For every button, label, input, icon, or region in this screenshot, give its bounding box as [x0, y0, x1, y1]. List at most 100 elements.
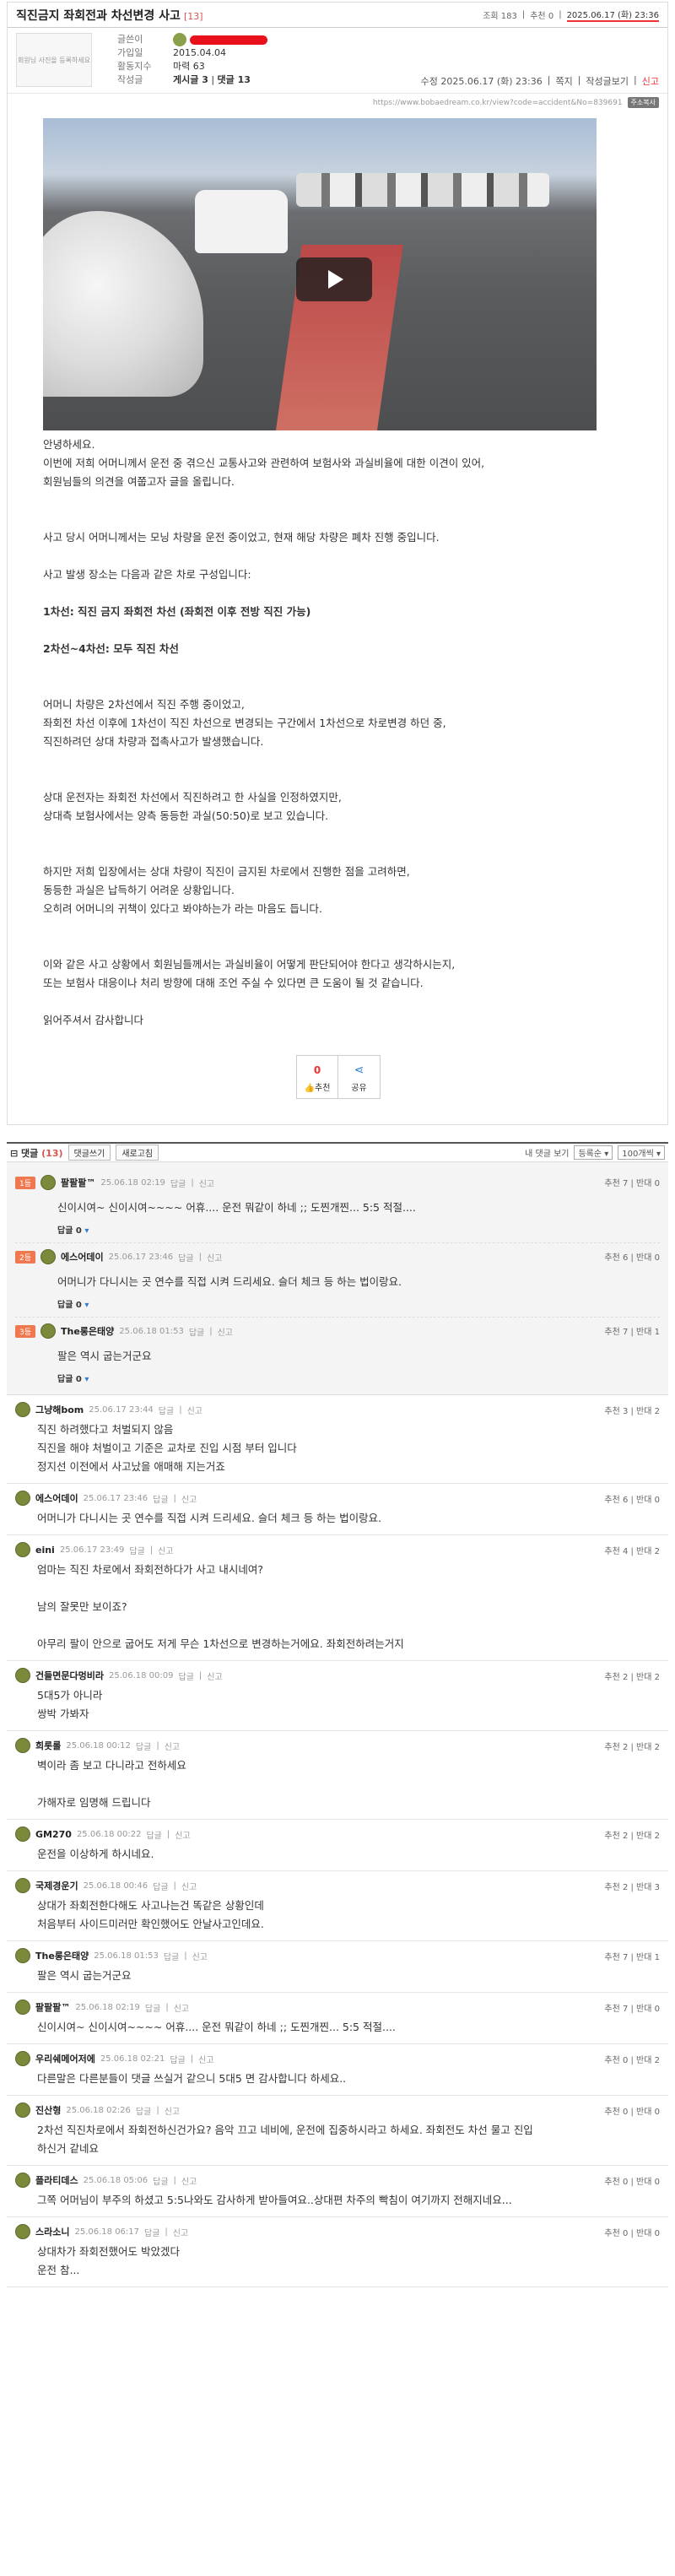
report-link[interactable]: 신고: [642, 74, 659, 88]
copy-url-button[interactable]: 주소복사: [627, 97, 659, 108]
best-rank-badge: 2등: [15, 1250, 36, 1264]
report-link[interactable]: 신고: [207, 1251, 222, 1264]
reply-link[interactable]: 답글: [179, 1670, 194, 1682]
comment-author[interactable]: 에스어데이: [35, 1491, 78, 1505]
comment-date: 25.06.18 00:22: [76, 1829, 142, 1839]
message-link[interactable]: 쪽지: [555, 74, 572, 88]
content-line: 좌회전 차선 이후에 1차선이 직진 차선으로 변경되는 구간에서 1차선으로 …: [43, 717, 446, 729]
comment-author[interactable]: 건들면문다멍비라: [35, 1669, 104, 1682]
avatar: [15, 1878, 30, 1893]
comment-meta: GM270 25.06.18 00:22 답글 | 신고 추천 2 | 반대 2: [15, 1826, 660, 1842]
comment-author[interactable]: 에스어데이: [61, 1250, 104, 1264]
comment-author[interactable]: The롱은태양: [61, 1324, 114, 1338]
comment-meta: 건들면문다멍비라 25.06.18 00:09 답글 | 신고 추천 2 | 반대 2: [15, 1668, 660, 1683]
video-scene-car: [195, 190, 288, 253]
comment-text: 운전을 이상하게 하시네요.: [37, 1845, 660, 1864]
content-line: 오히려 어머니의 귀책이 있다고 봐야하는가 라는 마음도 듭니다.: [43, 902, 322, 915]
reply-link[interactable]: 답글: [164, 1950, 179, 1962]
recommend-count: 추천 0: [530, 12, 554, 21]
per-page-select[interactable]: 100개씩 ▾: [618, 1145, 665, 1160]
report-link[interactable]: 신고: [173, 2226, 188, 2238]
report-link[interactable]: 신고: [187, 1404, 202, 1416]
comment-author[interactable]: 팔팔팔™: [61, 1176, 95, 1189]
reply-link[interactable]: 답글: [146, 1828, 161, 1841]
report-link[interactable]: 신고: [175, 1828, 190, 1841]
comment-author[interactable]: 스라소니: [35, 2225, 69, 2238]
refresh-button[interactable]: 새로고침: [116, 1145, 159, 1161]
sort-select[interactable]: 등록순 ▾: [574, 1145, 613, 1160]
reply-link[interactable]: 답글: [170, 1177, 186, 1189]
content-line: 동등한 과실은 납득하기 어려운 상황입니다.: [43, 884, 235, 896]
reply-link[interactable]: 답글: [129, 1544, 144, 1556]
report-link[interactable]: 신고: [198, 2053, 213, 2065]
reply-link[interactable]: 답글: [144, 2226, 159, 2238]
reply-link[interactable]: 답글: [136, 2104, 151, 2117]
reply-link[interactable]: 답글: [178, 1251, 193, 1264]
my-comments-link[interactable]: 내 댓글 보기: [525, 1146, 569, 1159]
report-link[interactable]: 신고: [199, 1177, 214, 1189]
report-link[interactable]: 신고: [158, 1544, 173, 1556]
comment-author[interactable]: 희롯롤: [35, 1739, 61, 1752]
report-link[interactable]: 신고: [181, 1492, 197, 1505]
comment-author[interactable]: 우리쉐메어저에: [35, 2052, 95, 2065]
comment-author[interactable]: The롱은태양: [35, 1949, 89, 1962]
report-link[interactable]: 신고: [181, 1880, 197, 1892]
reply-link[interactable]: 답글: [136, 1740, 151, 1752]
reply-count-link[interactable]: 답글 0 ▾: [57, 1297, 660, 1310]
comment-meta: 진산형 25.06.18 02:26 답글 | 신고 추천 0 | 반대 0: [15, 2102, 660, 2118]
comment-votes: 추천 2 | 반대 3: [604, 1883, 660, 1892]
comments-title: ⊟ 댓글 (13): [10, 1147, 63, 1159]
report-link[interactable]: 신고: [181, 2174, 197, 2187]
reply-link[interactable]: 답글: [153, 1880, 168, 1892]
comment-line: 다른말은 다른분들이 댓글 쓰실거 같으니 5대5 면 감사합니다 하세요..: [37, 2072, 347, 2085]
comment-item: 국제경운기 25.06.18 00:46 답글 | 신고 추천 2 | 반대 3 상대가 좌…: [7, 1871, 668, 1941]
comments-header: ⊟ 댓글 (13) 댓글쓰기 새로고침 내 댓글 보기 등록순 ▾ 100개씩 …: [7, 1142, 668, 1162]
write-comment-button[interactable]: 댓글쓰기: [68, 1145, 111, 1161]
report-link[interactable]: 신고: [165, 2104, 180, 2117]
posts-label: 작성글: [117, 74, 143, 85]
recommend-button[interactable]: 0 👍추천: [296, 1055, 338, 1099]
comment-date: 25.06.18 05:06: [83, 2175, 148, 2185]
comment-text: 상대가 좌회전한다해도 사고나는건 똑같은 상황인데 처음부터 사이드미러만 확인…: [37, 1897, 660, 1934]
comment-author[interactable]: eini: [35, 1545, 55, 1556]
report-link[interactable]: 신고: [165, 1740, 180, 1752]
video-player[interactable]: [43, 118, 597, 430]
reply-link[interactable]: 답글: [153, 2174, 168, 2187]
comment-date: 25.06.18 02:19: [75, 2002, 140, 2012]
content-line: [43, 584, 634, 603]
comment-author[interactable]: GM270: [35, 1829, 72, 1840]
comment-votes: 추천 2 | 반대 2: [604, 1743, 660, 1752]
comment-author[interactable]: 국제경운기: [35, 1879, 78, 1892]
reply-link[interactable]: 답글: [145, 2001, 160, 2014]
view-posts-link[interactable]: 작성글보기: [586, 74, 629, 88]
view-count: 조회 183: [483, 12, 517, 21]
report-link[interactable]: 신고: [207, 1670, 222, 1682]
comment-item: 진산형 25.06.18 02:26 답글 | 신고 추천 0 | 반대 0 2차선 직진차…: [7, 2096, 668, 2166]
comment-votes: 추천 6 | 반대 0: [604, 1496, 660, 1505]
best-comment: 3등 The롱은태양 25.06.18 01:53 답글 | 신고 추천 7 | 반대 1 팔…: [15, 1318, 660, 1391]
reply-count: 답글 0: [57, 1375, 82, 1384]
report-link[interactable]: 신고: [174, 2001, 189, 2014]
reply-link[interactable]: 답글: [159, 1404, 174, 1416]
comments-count[interactable]: 댓글 13: [218, 74, 251, 85]
comment-author[interactable]: 진산형: [35, 2103, 61, 2117]
comment-author[interactable]: 팔팔팔™: [35, 2000, 70, 2014]
play-button-icon[interactable]: [296, 257, 372, 301]
comment-author[interactable]: 그냥해bom: [35, 1403, 84, 1416]
comment-line: 아무리 팔이 안으로 굽어도 저게 무슨 1차선으로 변경하는거에요. 좌회전하…: [37, 1637, 404, 1650]
comment-line: 벽이라 좀 보고 다니라고 전하세요: [37, 1759, 186, 1772]
reply-link[interactable]: 답글: [170, 2053, 185, 2065]
reply-count-link[interactable]: 답글 0 ▾: [57, 1372, 660, 1384]
reply-count-link[interactable]: 답글 0 ▾: [57, 1223, 660, 1236]
reply-link[interactable]: 답글: [153, 1492, 168, 1505]
posts-count[interactable]: 게시글 3: [173, 74, 208, 85]
report-link[interactable]: 신고: [192, 1950, 208, 1962]
share-button[interactable]: ⋖ 공유: [338, 1055, 381, 1099]
comment-author[interactable]: 플라티데스: [35, 2173, 78, 2187]
avatar: [40, 1175, 57, 1190]
comment-text: 팔은 역시 굽는거군요: [37, 1967, 660, 1985]
report-link[interactable]: 신고: [218, 1325, 233, 1338]
reply-link[interactable]: 답글: [189, 1325, 204, 1338]
comment-line: [37, 1579, 660, 1598]
content-line: 사고 발생 장소는 다음과 같은 차로 구성입니다:: [43, 568, 251, 581]
